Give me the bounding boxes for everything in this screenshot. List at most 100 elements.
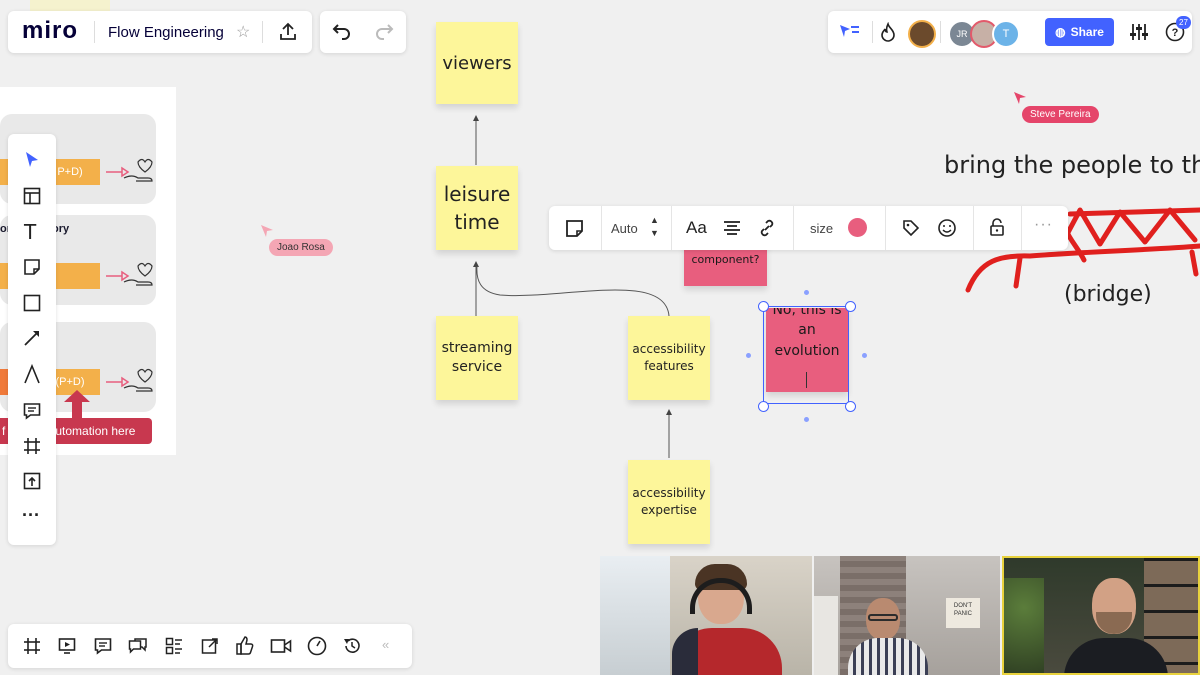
frames-icon[interactable] [23, 637, 41, 655]
video-tile-participant-1[interactable] [600, 556, 812, 675]
resize-handle-br[interactable] [845, 401, 856, 412]
poster-sign: DON'T PANIC [946, 598, 980, 628]
video-tile-participant-2[interactable]: DON'T PANIC [814, 556, 1000, 675]
link-icon[interactable] [758, 219, 776, 237]
sticky-note-icon[interactable] [565, 219, 584, 238]
sticky-leisure-time[interactable]: leisure time [436, 166, 518, 250]
collaborator-initials: T [1002, 28, 1010, 40]
sticky-note-tool-icon[interactable] [23, 258, 41, 276]
cards-icon[interactable] [165, 637, 183, 655]
export-icon[interactable] [278, 22, 298, 42]
miro-logo[interactable]: miro [22, 17, 78, 45]
frame-tool-icon[interactable] [23, 437, 41, 455]
redo-icon[interactable] [375, 23, 395, 41]
video-call-icon[interactable] [270, 638, 292, 654]
sign-text: DON'T PANIC [953, 603, 973, 617]
svg-text:?: ? [1172, 27, 1179, 39]
person-shirt [848, 638, 928, 675]
more-options-icon[interactable]: ··· [1034, 216, 1053, 234]
selection-box [763, 306, 849, 404]
sticky-text: accessibility features [632, 341, 706, 373]
resize-handle-bl[interactable] [758, 401, 769, 412]
screen-share-icon[interactable] [201, 637, 219, 655]
divider [793, 206, 794, 250]
collaborator-avatar[interactable]: T [992, 20, 1020, 48]
divider [973, 206, 974, 250]
divider [1021, 206, 1022, 250]
glasses [868, 614, 898, 621]
board-header: miro Flow Engineering ☆ [8, 11, 312, 53]
sticky-text: component? [691, 253, 760, 266]
cursor-label-steve: Steve Pereira [1022, 106, 1099, 123]
sticky-accessibility-expertise[interactable]: accessibility expertise [628, 460, 710, 544]
size-label[interactable]: size [810, 221, 833, 236]
canvas-text-bridge[interactable]: (bridge) [1064, 282, 1152, 307]
shape-tool-icon[interactable] [23, 294, 41, 312]
connect-dot-top[interactable] [804, 290, 809, 295]
text-caret [806, 372, 807, 388]
jacket [672, 628, 698, 675]
history-icon[interactable] [342, 636, 362, 656]
divider [872, 21, 873, 43]
collapse-icon[interactable]: « [382, 637, 389, 652]
chat-icon[interactable] [128, 637, 148, 655]
user-avatar[interactable] [908, 20, 936, 48]
resize-handle-tr[interactable] [845, 301, 856, 312]
text-tool-icon[interactable]: T [24, 220, 36, 244]
star-icon[interactable]: ☆ [236, 22, 250, 42]
voting-thumbs-up-icon[interactable] [236, 636, 254, 655]
connect-dot-bottom[interactable] [804, 417, 809, 422]
divider [671, 206, 672, 250]
context-toolbar: Auto ▲ ▼ Aa size ··· [549, 206, 1068, 250]
connection-line-icon[interactable] [23, 329, 41, 347]
connector-accessibility-leisure [476, 265, 670, 317]
settings-sliders-icon[interactable] [1129, 22, 1149, 42]
presentation-icon[interactable] [58, 637, 76, 655]
text-style-button[interactable]: Aa [686, 218, 707, 238]
font-size-value[interactable]: Auto [611, 221, 638, 236]
sticky-viewers[interactable]: viewers [436, 22, 518, 104]
select-tool-icon[interactable] [24, 151, 40, 169]
cursor-follow-icon[interactable] [838, 23, 860, 41]
divider [94, 21, 95, 43]
comment-tool-icon[interactable] [23, 402, 41, 420]
notification-badge: 27 [1176, 16, 1191, 29]
emoji-icon[interactable] [937, 218, 957, 238]
share-button[interactable]: ◍ Share [1045, 18, 1114, 46]
comments-icon[interactable] [94, 637, 112, 655]
undo-redo-bar [320, 11, 406, 53]
lock-icon[interactable] [989, 217, 1005, 237]
cursor-label-joao: Joao Rosa [269, 239, 333, 256]
sticky-text: viewers [442, 52, 512, 74]
tag-icon[interactable] [902, 219, 920, 237]
board-title[interactable]: Flow Engineering [108, 24, 224, 41]
sticky-streaming-service[interactable]: streaming service [436, 316, 518, 400]
cursor-pointer-icon [261, 225, 273, 237]
video-tile-participant-3[interactable] [1002, 556, 1200, 675]
divider [262, 21, 263, 43]
color-swatch[interactable] [848, 218, 867, 237]
timer-icon[interactable] [307, 636, 327, 656]
cursor-pointer-icon [1014, 92, 1026, 104]
resize-handle-tl[interactable] [758, 301, 769, 312]
sticky-accessibility-features[interactable]: accessibility features [628, 316, 710, 400]
left-toolbar: T ··· [8, 134, 56, 545]
connect-dot-left[interactable] [746, 353, 751, 358]
sticky-text: accessibility expertise [632, 485, 706, 517]
share-label: Share [1070, 25, 1104, 39]
notification-count: 27 [1179, 18, 1188, 27]
more-tools-icon[interactable]: ··· [22, 505, 40, 526]
canvas-text-bring-people[interactable]: bring the people to the [944, 151, 1200, 179]
bottom-toolbar: « [8, 624, 412, 668]
align-center-icon[interactable] [723, 220, 741, 236]
reactions-fire-icon[interactable] [879, 22, 897, 42]
pen-tool-icon[interactable] [23, 364, 41, 384]
connect-dot-right[interactable] [862, 353, 867, 358]
upload-tool-icon[interactable] [23, 472, 41, 490]
collaborator-initials: JR [956, 29, 968, 39]
undo-icon[interactable] [331, 23, 351, 41]
divider [940, 21, 941, 43]
sticky-text: streaming service [441, 340, 513, 375]
templates-icon[interactable] [23, 187, 41, 205]
font-size-stepper-icon[interactable]: ▲ ▼ [650, 214, 659, 240]
